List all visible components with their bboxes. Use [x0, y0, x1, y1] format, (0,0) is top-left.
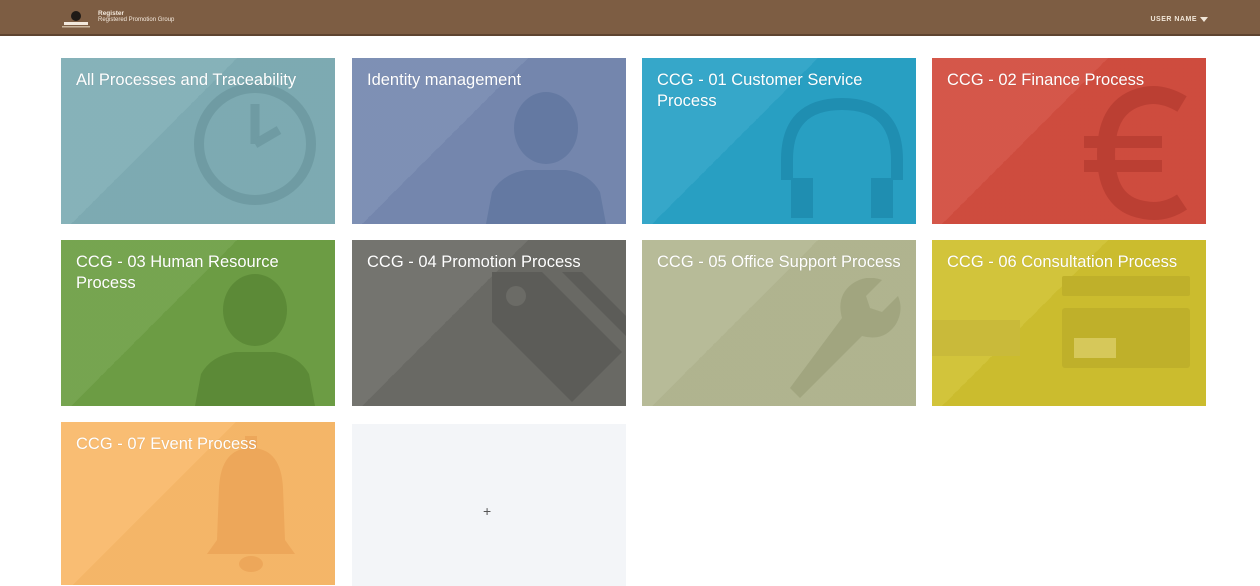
tile-title: CCG - 03 Human Resource Process — [76, 253, 279, 292]
user-name: USER NAME — [1150, 15, 1197, 23]
euro-icon — [1084, 86, 1187, 220]
top-bar: Register Registered Promotion Group USER… — [0, 0, 1260, 36]
tile-ccg-04[interactable]: CCG - 04 Promotion Process — [352, 240, 626, 406]
tile-identity-management[interactable]: Identity management — [352, 58, 626, 224]
tile-title: All Processes and Traceability — [76, 71, 297, 89]
tile-ccg-02[interactable]: CCG - 02 Finance Process — [932, 58, 1206, 224]
tile-title: CCG - 07 Event Process — [76, 435, 257, 453]
tile-title: CCG - 06 Consultation Process — [947, 253, 1178, 271]
tile-ccg-05[interactable]: CCG - 05 Office Support Process — [642, 240, 916, 406]
tile-ccg-01[interactable]: CCG - 01 Customer Service Process — [642, 58, 916, 224]
company-logo[interactable]: Register Registered Promotion Group — [60, 7, 190, 29]
plus-icon: + — [483, 503, 492, 519]
logo-line1: Register — [98, 10, 125, 17]
logo-text: Register Registered Promotion Group — [98, 10, 174, 24]
add-tile-button[interactable]: + — [352, 424, 626, 586]
logo-icon — [62, 11, 90, 28]
wrench-icon — [790, 278, 901, 398]
tile-title: CCG - 05 Office Support Process — [657, 253, 901, 271]
chevron-down-icon — [1200, 16, 1208, 22]
tile-ccg-03[interactable]: CCG - 03 Human Resource Process — [61, 240, 335, 406]
tile-title: CCG - 02 Finance Process — [947, 71, 1145, 89]
tile-all-processes[interactable]: All Processes and Traceability — [61, 58, 335, 224]
tile-ccg-07[interactable]: CCG - 07 Event Process — [61, 422, 335, 585]
user-menu[interactable]: USER NAME — [1150, 13, 1208, 25]
card-icon — [932, 276, 1190, 368]
tile-title: CCG - 04 Promotion Process — [367, 253, 581, 271]
clock-icon — [194, 83, 316, 205]
logo-line2: Registered Promotion Group — [98, 17, 175, 23]
bell-icon — [207, 436, 295, 572]
tile-ccg-06[interactable]: CCG - 06 Consultation Process — [932, 240, 1206, 406]
tile-title: CCG - 01 Customer Service Process — [657, 71, 863, 110]
tag-icon — [492, 272, 626, 402]
person-icon — [486, 92, 606, 224]
tile-title: Identity management — [367, 71, 522, 89]
